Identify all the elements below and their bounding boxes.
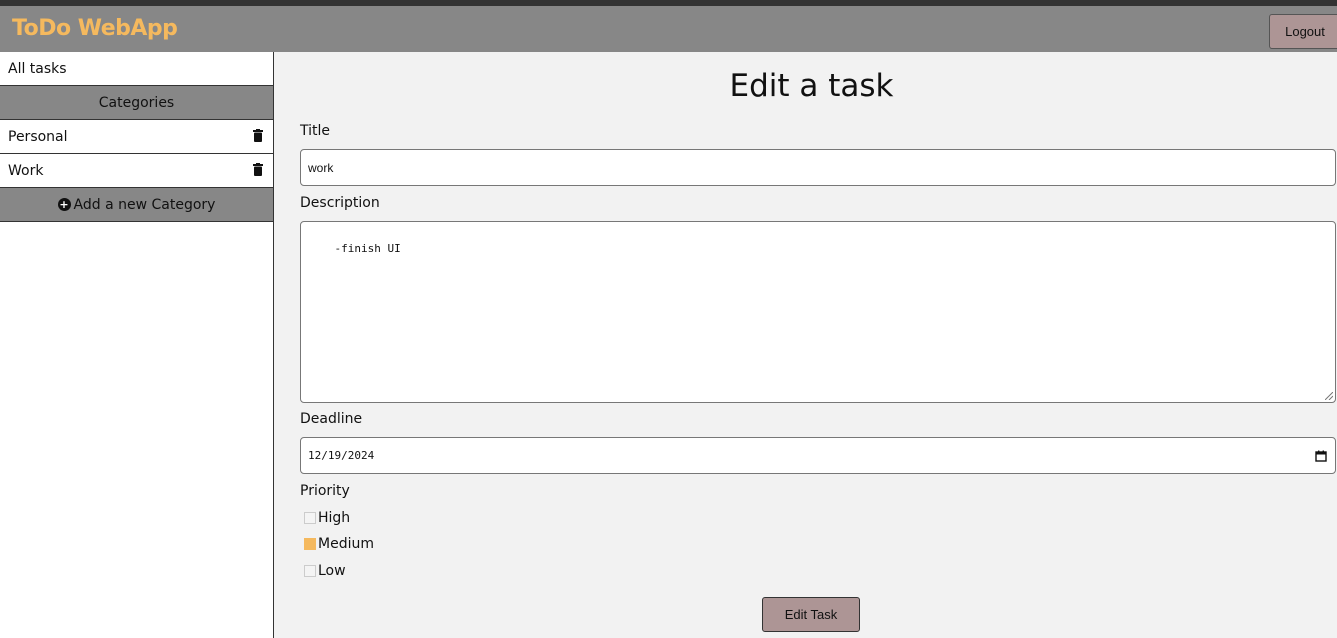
priority-label: Priority bbox=[300, 483, 350, 499]
title-label: Title bbox=[300, 123, 331, 139]
title-input[interactable]: work bbox=[300, 149, 1336, 186]
calendar-icon[interactable] bbox=[1315, 450, 1327, 462]
sidebar-item-label: Personal bbox=[8, 128, 68, 145]
logout-button[interactable]: Logout bbox=[1269, 14, 1337, 49]
deadline-input[interactable]: 12/19/2024 bbox=[300, 437, 1336, 474]
sidebar-item-work[interactable]: Work bbox=[0, 154, 273, 188]
app-logo: ToDo WebApp bbox=[12, 16, 178, 41]
priority-high-label: High bbox=[318, 510, 351, 526]
priority-low[interactable]: Low bbox=[304, 563, 346, 579]
page-title: Edit a task bbox=[729, 68, 894, 104]
app-header: ToDo WebApp Logout bbox=[0, 6, 1337, 52]
description-textarea[interactable]: -finish UI bbox=[300, 221, 1336, 403]
checkbox-medium[interactable] bbox=[304, 538, 316, 550]
deadline-value: 12/19/2024 bbox=[308, 449, 375, 462]
checkbox-high[interactable] bbox=[304, 512, 316, 524]
sidebar: All tasks Categories Personal Work + Add… bbox=[0, 52, 274, 638]
trash-icon[interactable] bbox=[253, 129, 263, 142]
add-category-button[interactable]: + Add a new Category bbox=[0, 188, 273, 222]
categories-heading-label: Categories bbox=[98, 94, 175, 111]
sidebar-item-label: Work bbox=[8, 162, 44, 179]
categories-heading: Categories bbox=[0, 86, 273, 120]
sidebar-item-personal[interactable]: Personal bbox=[0, 120, 273, 154]
sidebar-item-label: All tasks bbox=[8, 60, 67, 77]
description-label: Description bbox=[300, 195, 380, 211]
description-value: -finish UI bbox=[334, 242, 401, 255]
edit-task-form: Edit a task Title work Description -fini… bbox=[274, 52, 1337, 638]
priority-high[interactable]: High bbox=[304, 510, 350, 526]
priority-medium[interactable]: Medium bbox=[304, 536, 374, 552]
edit-task-button[interactable]: Edit Task bbox=[762, 597, 860, 632]
add-category-label: Add a new Category bbox=[73, 196, 216, 213]
plus-circle-icon: + bbox=[57, 198, 71, 211]
priority-medium-label: Medium bbox=[318, 536, 374, 552]
priority-low-label: Low bbox=[318, 563, 346, 579]
resize-grip-icon[interactable] bbox=[1325, 392, 1333, 400]
deadline-label: Deadline bbox=[300, 411, 363, 427]
trash-icon[interactable] bbox=[253, 163, 263, 176]
sidebar-item-all-tasks[interactable]: All tasks bbox=[0, 52, 273, 86]
title-input-value: work bbox=[308, 160, 334, 175]
checkbox-low[interactable] bbox=[304, 565, 316, 577]
